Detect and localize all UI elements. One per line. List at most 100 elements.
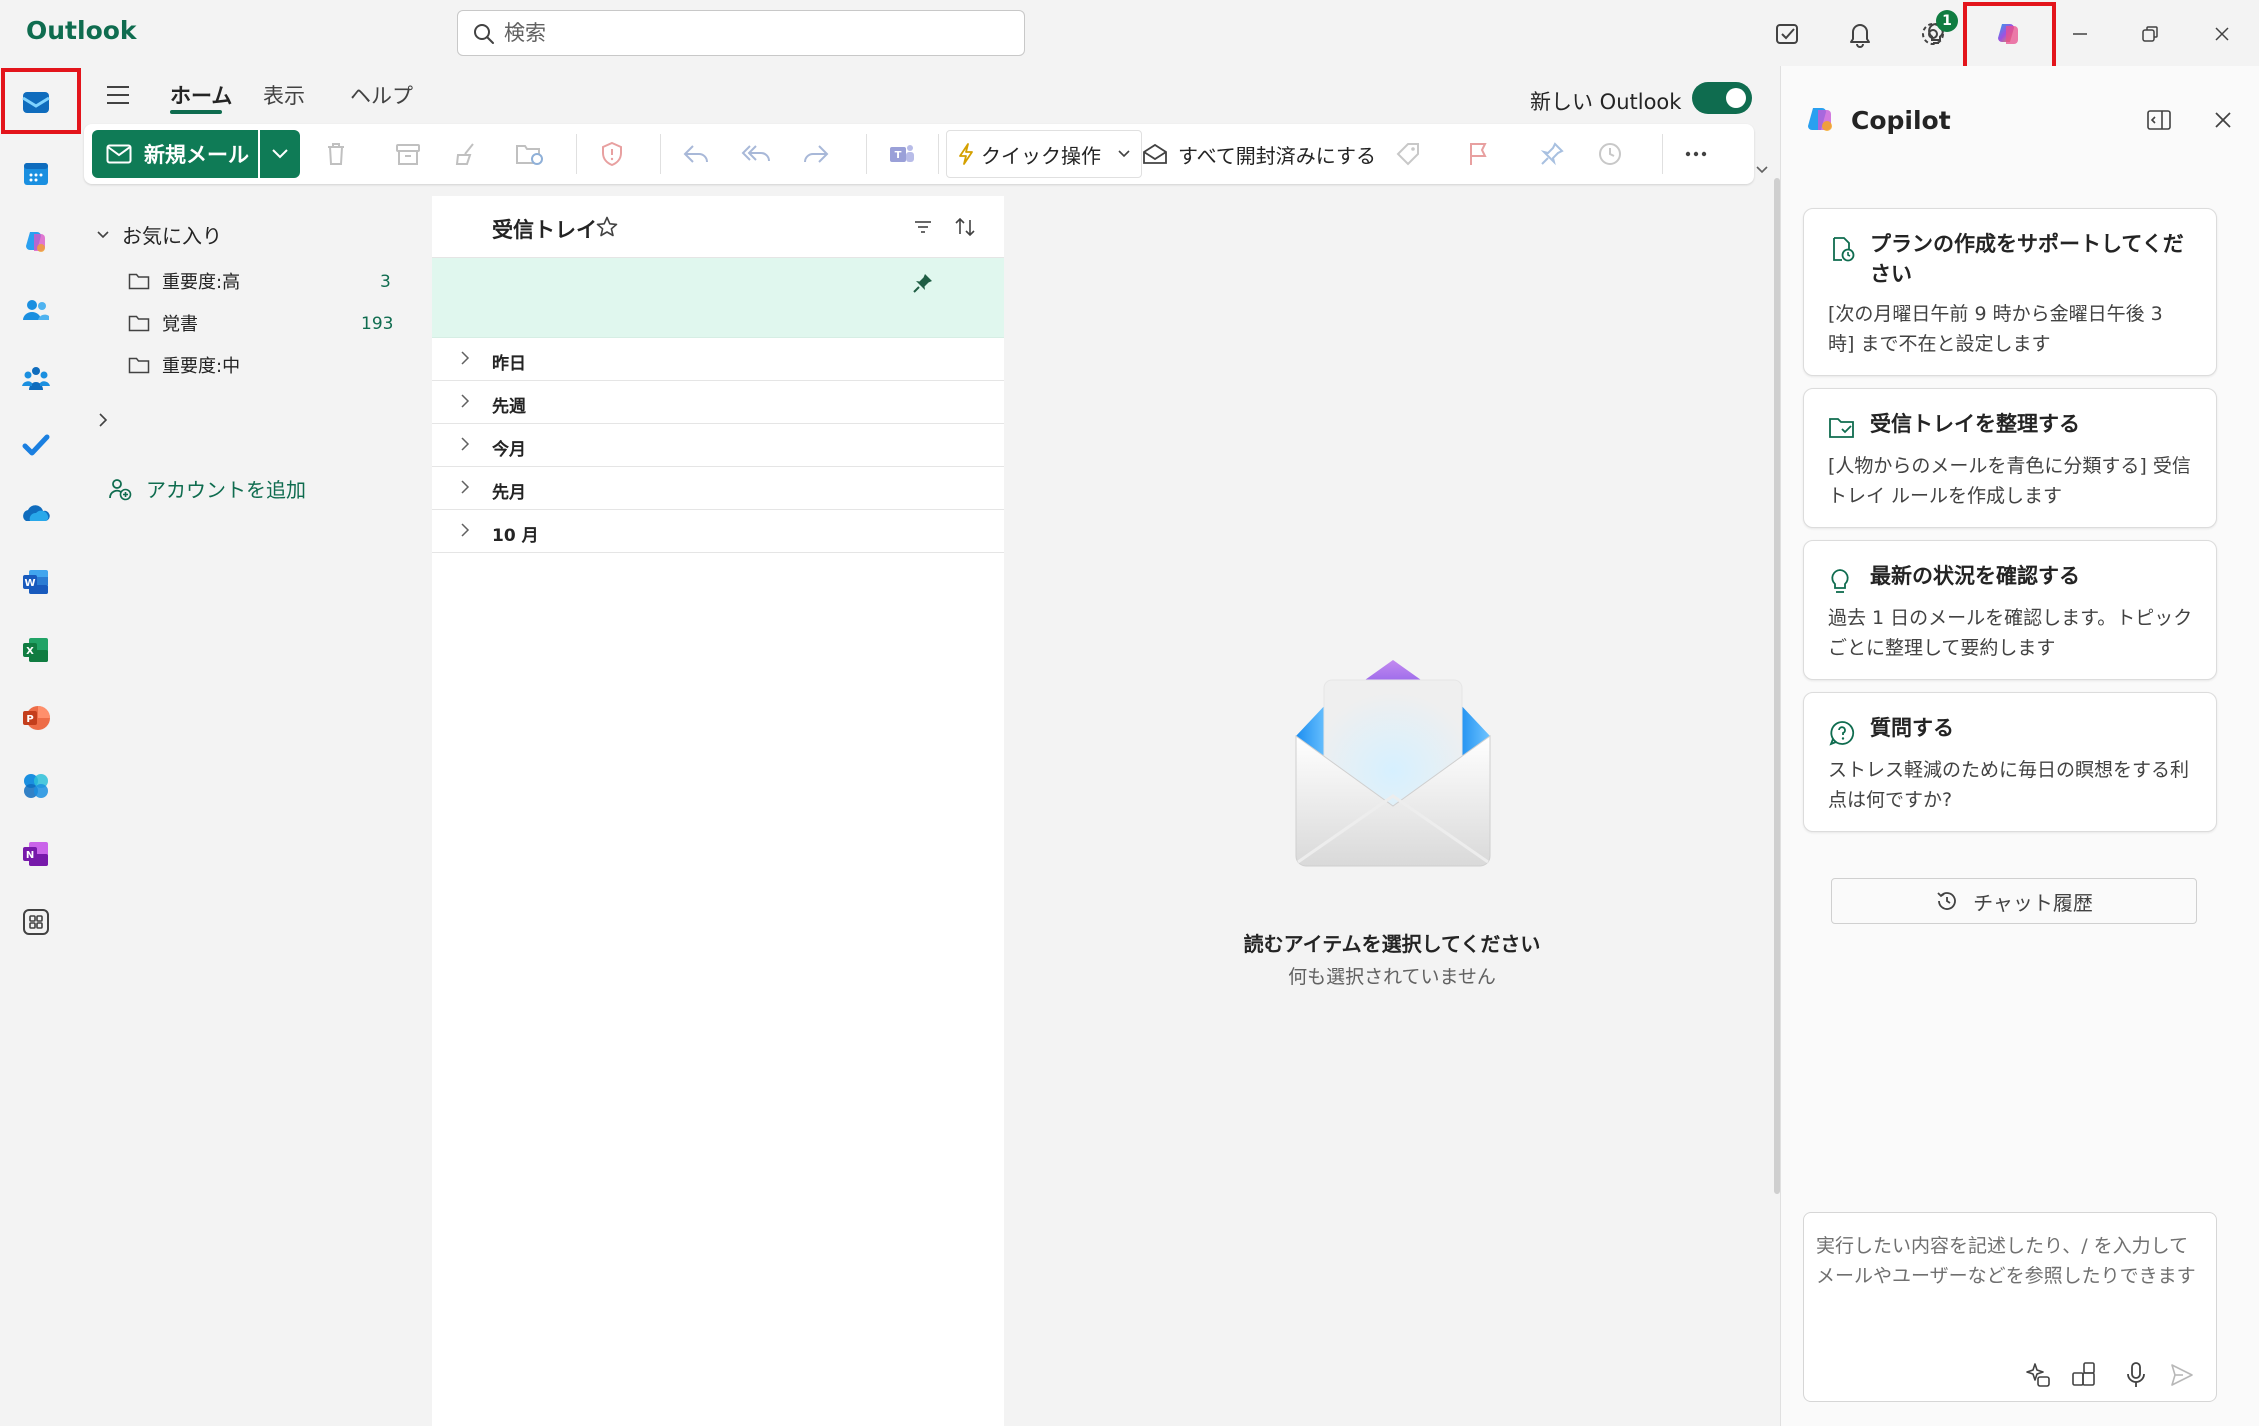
copilot-pane: Copilot プランの作成をサポートしてください [次の月曜日午前 9 時から… xyxy=(1780,66,2259,1426)
copilot-compose-box[interactable]: 実行したい内容を記述したり、/ を入力してメールやユーザーなどを参照したりできま… xyxy=(1803,1212,2217,1402)
new-mail-button[interactable]: 新規メール xyxy=(92,130,258,178)
chevron-right-icon xyxy=(460,393,470,409)
hamburger-menu-icon[interactable] xyxy=(100,78,136,112)
ribbon-expand-icon[interactable] xyxy=(1752,160,1772,180)
copilot-title: Copilot xyxy=(1851,106,1951,135)
close-window-icon[interactable] xyxy=(2202,14,2242,54)
search-input[interactable] xyxy=(504,19,1004,47)
viva-app-icon[interactable] xyxy=(14,764,58,808)
chevron-right-icon xyxy=(460,350,470,366)
favorite-star-icon[interactable] xyxy=(592,212,622,242)
reply-all-icon[interactable] xyxy=(738,136,774,172)
copilot-prompt-card[interactable]: プランの作成をサポートしてください [次の月曜日午前 9 時から金曜日午後 3 … xyxy=(1803,208,2217,376)
sweep-icon[interactable] xyxy=(448,136,484,172)
new-outlook-toggle[interactable] xyxy=(1692,82,1752,114)
chevron-right-icon xyxy=(460,479,470,495)
delete-icon[interactable] xyxy=(318,136,354,172)
group-label: 先月 xyxy=(492,483,526,503)
list-group-last-week[interactable]: 先週 xyxy=(432,381,1004,424)
account-expand-chevron[interactable] xyxy=(98,412,108,428)
ribbon-separator xyxy=(576,134,577,174)
sparkle-prompt-icon[interactable] xyxy=(2020,1357,2056,1393)
move-to-folder-icon[interactable] xyxy=(512,136,548,172)
tab-help[interactable]: ヘルプ xyxy=(350,80,413,110)
plan-icon xyxy=(1828,235,1856,263)
app-rail: W X P N xyxy=(0,66,81,1426)
sort-icon[interactable] xyxy=(950,212,980,242)
add-account-link[interactable]: アカウントを追加 xyxy=(108,474,306,503)
app-title: Outlook xyxy=(26,16,137,45)
message-list-header: 受信トレイ xyxy=(432,196,1004,258)
copilot-button-icon[interactable] xyxy=(1988,14,2028,54)
new-mail-label: 新規メール xyxy=(144,143,249,167)
folder-item[interactable]: 覚書 xyxy=(128,310,464,336)
history-icon xyxy=(1935,889,1959,913)
teams-icon[interactable]: T xyxy=(884,136,920,172)
active-tab-indicator xyxy=(170,110,222,114)
favorites-header[interactable]: お気に入り xyxy=(96,220,222,249)
chat-history-button[interactable]: チャット履歴 xyxy=(1831,878,2197,924)
notification-bell-icon[interactable] xyxy=(1840,14,1880,54)
group-label: 先週 xyxy=(492,397,526,417)
more-options-icon[interactable] xyxy=(1678,136,1714,172)
send-icon[interactable] xyxy=(2164,1357,2200,1393)
pin-icon[interactable] xyxy=(1534,136,1570,172)
pinned-message-row[interactable] xyxy=(432,258,1004,338)
onenote-app-icon[interactable]: N xyxy=(14,832,58,876)
folder-icon xyxy=(128,272,150,290)
powerpoint-app-icon[interactable]: P xyxy=(14,696,58,740)
card-description: 過去 1 日のメールを確認します。トピックごとに整理して要約します xyxy=(1828,607,2193,659)
mail-app-icon[interactable] xyxy=(14,80,58,124)
flag-icon[interactable] xyxy=(1460,136,1496,172)
snooze-clock-icon[interactable] xyxy=(1592,136,1628,172)
group-label: 昨日 xyxy=(492,354,526,374)
more-apps-icon[interactable] xyxy=(14,900,58,944)
copilot-scrollbar[interactable] xyxy=(1774,178,1780,1194)
close-copilot-icon[interactable] xyxy=(2205,102,2241,138)
calendar-app-icon[interactable] xyxy=(14,152,58,196)
search-box[interactable] xyxy=(457,10,1025,56)
list-group-last-month[interactable]: 先月 xyxy=(432,467,1004,510)
reply-icon[interactable] xyxy=(678,136,714,172)
lightning-icon xyxy=(957,142,975,166)
folder-item[interactable]: 重要度:中 xyxy=(128,352,464,378)
microphone-icon[interactable] xyxy=(2118,1357,2154,1393)
favorites-label: お気に入り xyxy=(122,224,222,248)
my-day-icon[interactable] xyxy=(1767,14,1807,54)
report-shield-icon[interactable] xyxy=(594,136,630,172)
groups-app-icon[interactable] xyxy=(14,356,58,400)
list-group-yesterday[interactable]: 昨日 xyxy=(432,338,1004,381)
tab-view[interactable]: 表示 xyxy=(263,80,305,110)
excel-app-icon[interactable]: X xyxy=(14,628,58,672)
word-app-icon[interactable]: W xyxy=(14,560,58,604)
folder-label: 重要度:高 xyxy=(162,272,241,293)
copilot-prompt-card[interactable]: 質問する ストレス軽減のために毎日の瞑想をする利点は何ですか? xyxy=(1803,692,2217,832)
pop-out-icon[interactable] xyxy=(2141,102,2177,138)
mark-all-read-button[interactable]: すべて開封済みにする xyxy=(1142,136,1376,172)
quick-steps-button[interactable]: クイック操作 xyxy=(946,130,1142,178)
restore-icon[interactable] xyxy=(2130,14,2170,54)
svg-text:N: N xyxy=(26,850,34,861)
folder-item[interactable]: 重要度:高 xyxy=(128,268,464,294)
mark-all-read-label: すべて開封済みにする xyxy=(1178,143,1376,168)
copilot-app-icon[interactable] xyxy=(14,220,58,264)
todo-app-icon[interactable] xyxy=(14,424,58,468)
tab-home[interactable]: ホーム xyxy=(170,80,232,110)
folder-pane: お気に入り 重要度:高 3 覚書 193 重要度:中 アカウントを追加 xyxy=(72,196,430,1426)
forward-icon[interactable] xyxy=(798,136,834,172)
copilot-prompt-card[interactable]: 受信トレイを整理する [人物からのメールを青色に分類する] 受信トレイ ルールを… xyxy=(1803,388,2217,528)
new-mail-dropdown[interactable] xyxy=(260,130,300,178)
attach-apps-icon[interactable] xyxy=(2066,1357,2102,1393)
people-app-icon[interactable] xyxy=(14,288,58,332)
compose-placeholder[interactable]: 実行したい内容を記述したり、/ を入力してメールやユーザーなどを参照したりできま… xyxy=(1816,1231,2202,1291)
archive-icon[interactable] xyxy=(390,136,426,172)
chevron-down-icon xyxy=(271,148,289,160)
list-group-october[interactable]: 10 月 xyxy=(432,510,1004,553)
filter-icon[interactable] xyxy=(908,212,938,242)
chevron-right-icon xyxy=(460,522,470,538)
minimize-icon[interactable] xyxy=(2060,14,2100,54)
tag-icon[interactable] xyxy=(1390,136,1426,172)
copilot-prompt-card[interactable]: 最新の状況を確認する 過去 1 日のメールを確認します。トピックごとに整理して要… xyxy=(1803,540,2217,680)
onedrive-app-icon[interactable] xyxy=(14,492,58,536)
list-group-this-month[interactable]: 今月 xyxy=(432,424,1004,467)
